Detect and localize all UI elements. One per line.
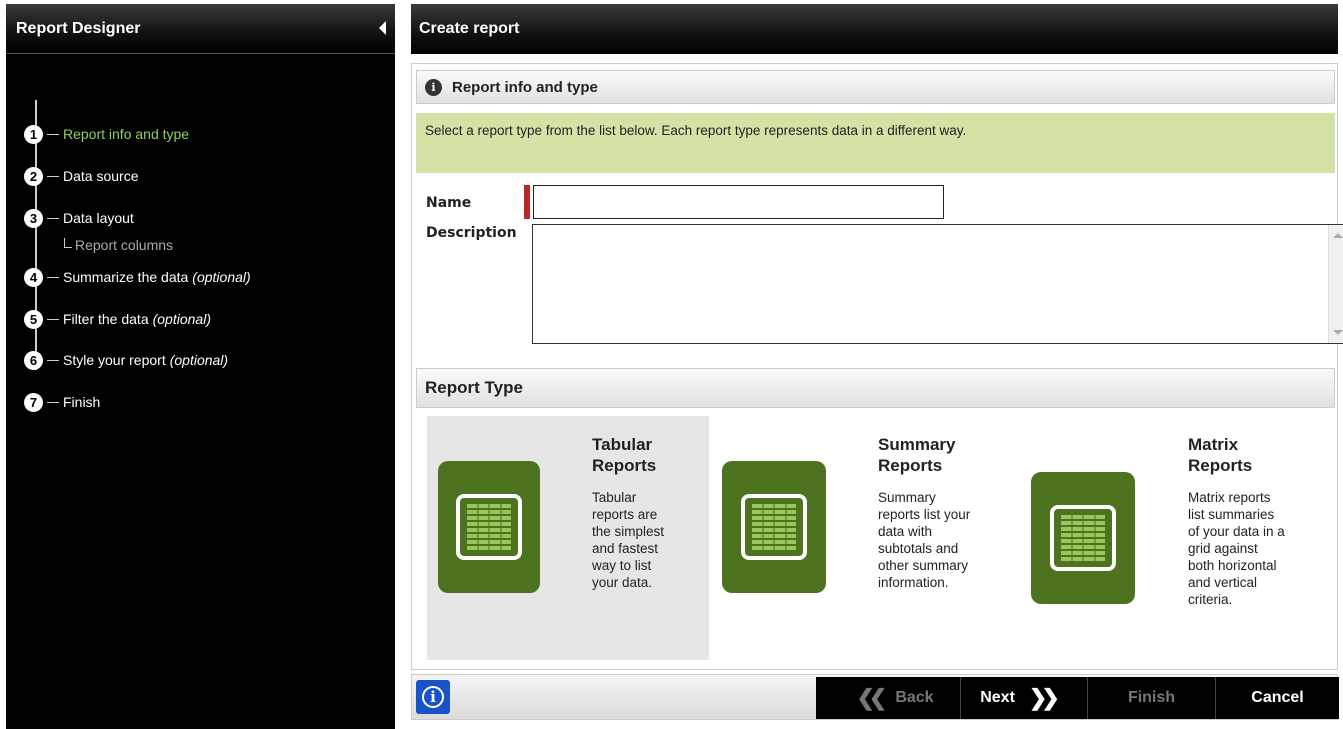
report-designer-sidebar: Report Designer 1 Report info and type 2…: [6, 4, 395, 729]
main-header: Create report: [411, 4, 1338, 54]
required-indicator: [524, 185, 530, 219]
step-number: 3: [24, 208, 43, 228]
section-title: Report info and type: [452, 78, 598, 96]
report-type-description: Matrix reports list summaries of your da…: [1188, 490, 1285, 607]
cancel-button[interactable]: Cancel: [1216, 677, 1339, 719]
collapse-sidebar-icon[interactable]: [379, 21, 386, 35]
report-type-title: Report Type: [425, 378, 523, 397]
step-label: Filter the data: [63, 311, 149, 327]
double-chevron-right-icon: ❯❯: [1028, 685, 1060, 710]
step-report-info[interactable]: 1 Report info and type: [24, 124, 189, 144]
description-textarea[interactable]: [533, 225, 1327, 343]
step-label: Finish: [63, 394, 101, 410]
instructions-banner: Select a report type from the list below…: [416, 113, 1335, 173]
description-scrollbar[interactable]: [1328, 225, 1343, 343]
info-icon: i: [422, 686, 444, 708]
step-number: 5: [24, 309, 43, 329]
wizard-steps: 1 Report info and type 2 Data source 3 D…: [6, 54, 395, 412]
report-type-matrix[interactable]: Matrix Reports Matrix reports list summa…: [1022, 416, 1332, 660]
wizard-nav-bar: ❮❮ Back Next ❯❯ Finish Cancel: [816, 677, 1339, 719]
description-label: Description: [426, 225, 517, 241]
help-button[interactable]: i: [416, 680, 450, 714]
step-summarize[interactable]: 4 Summarize the data (optional): [24, 267, 251, 287]
step-number: 2: [24, 166, 43, 186]
scroll-down-icon[interactable]: [1333, 330, 1343, 335]
step-optional: (optional): [192, 269, 251, 285]
step-optional: (optional): [169, 352, 229, 368]
step-label: Summarize the data: [63, 269, 189, 285]
content-box: i Report info and type Select a report t…: [411, 63, 1343, 670]
step-optional: (optional): [152, 311, 211, 327]
back-button[interactable]: ❮❮ Back: [816, 677, 961, 719]
step-label: Style your report: [63, 352, 166, 368]
name-input[interactable]: [533, 185, 944, 219]
report-type-title: Summary Reports: [878, 435, 956, 475]
info-icon: i: [425, 78, 442, 96]
report-type-title: Matrix Reports: [1188, 435, 1253, 475]
page-title: Create report: [419, 20, 520, 37]
sidebar-title: Report Designer: [16, 19, 141, 37]
report-type-tabular[interactable]: Tabular Reports Tabular reports are the …: [427, 416, 709, 660]
description-field[interactable]: [532, 224, 1343, 344]
step-number: 1: [24, 124, 43, 144]
step-data-layout[interactable]: 3 Data layout: [24, 208, 134, 228]
tabular-report-icon: [438, 461, 540, 593]
summary-report-icon: [722, 461, 826, 593]
report-type-description: Summary reports list your data with subt…: [878, 490, 971, 590]
wizard-footer: i ❮❮ Back Next ❯❯ Finish Cancel: [411, 674, 1339, 720]
report-type-summary[interactable]: Summary Reports Summary reports list you…: [712, 416, 1012, 660]
report-type-header: Report Type: [416, 368, 1335, 408]
section-header: i Report info and type: [416, 70, 1335, 104]
step-label: Data source: [63, 168, 139, 184]
step-label: Data layout: [63, 210, 134, 226]
next-button[interactable]: Next ❯❯: [961, 677, 1088, 719]
step-label: Report info and type: [63, 126, 190, 142]
step-number: 7: [24, 392, 43, 412]
double-chevron-left-icon: ❮❮: [856, 685, 887, 710]
step-filter[interactable]: 5 Filter the data (optional): [24, 309, 211, 329]
report-type-description: Tabular reports are the simplest and fas…: [592, 490, 665, 590]
report-type-title: Tabular Reports: [592, 435, 657, 475]
finish-button[interactable]: Finish: [1088, 677, 1216, 719]
step-style[interactable]: 6 Style your report (optional): [24, 350, 228, 370]
name-label: Name: [426, 195, 472, 211]
main-panel: Create report i Report info and type Sel…: [411, 4, 1343, 729]
step-finish[interactable]: 7 Finish: [24, 392, 100, 412]
step-number: 4: [24, 267, 43, 287]
sidebar-header: Report Designer: [6, 4, 395, 54]
step-data-source[interactable]: 2 Data source: [24, 166, 138, 186]
scroll-up-icon[interactable]: [1333, 233, 1343, 238]
substep-label: Report columns: [75, 237, 174, 253]
matrix-report-icon: [1031, 472, 1135, 604]
substep-report-columns[interactable]: Report columns: [64, 237, 173, 253]
step-number: 6: [24, 350, 43, 370]
